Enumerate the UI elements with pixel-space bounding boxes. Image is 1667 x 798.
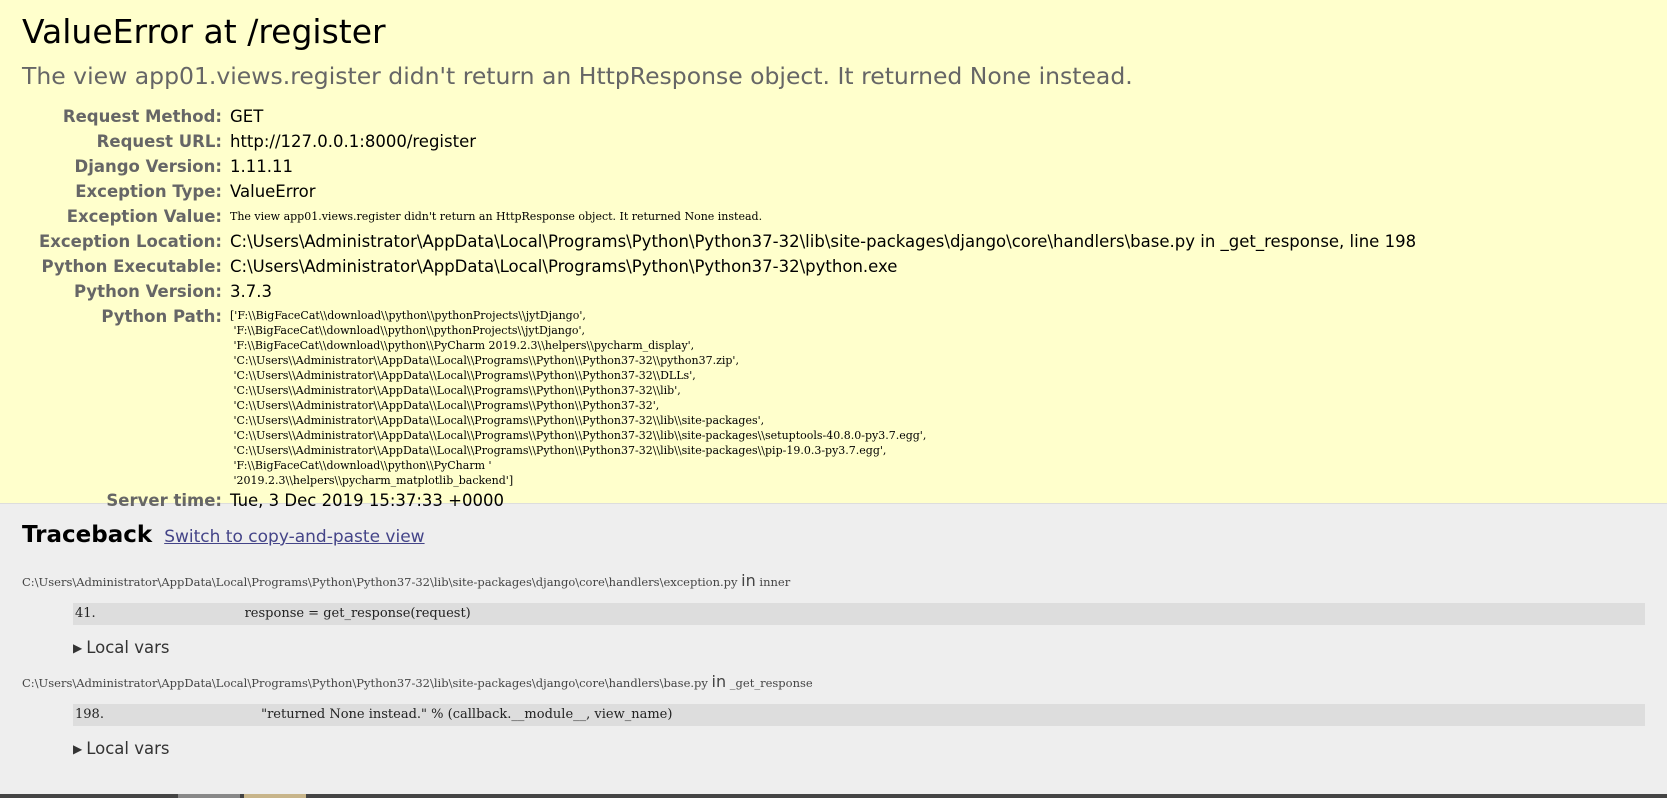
- meta-row-request-method: Request Method: GET: [22, 104, 1416, 129]
- taskbar-item[interactable]: [244, 794, 306, 798]
- switch-copy-paste-link[interactable]: Switch to copy-and-paste view: [164, 527, 424, 547]
- meta-label: Request Method:: [62, 107, 222, 126]
- local-vars-label: Local vars: [86, 638, 170, 657]
- triangle-right-icon: ▶: [73, 641, 83, 655]
- meta-label: Python Version:: [74, 282, 222, 301]
- meta-value: ValueError: [230, 182, 316, 201]
- frame-in-word: in: [711, 672, 727, 691]
- meta-label: Exception Type:: [75, 182, 222, 201]
- local-vars-label: Local vars: [86, 739, 170, 758]
- local-vars-toggle[interactable]: ▶ Local vars: [73, 736, 1645, 762]
- traceback-section: Traceback Switch to copy-and-paste view …: [0, 504, 1667, 762]
- frame-file-path: C:\Users\Administrator\AppData\Local\Pro…: [22, 575, 738, 589]
- meta-row-request-url: Request URL: http://127.0.0.1:8000/regis…: [22, 129, 1416, 154]
- taskbar-item[interactable]: [178, 794, 240, 798]
- meta-label: Request URL:: [96, 132, 222, 151]
- meta-value: 1.11.11: [230, 157, 293, 176]
- meta-label: Python Path:: [101, 307, 222, 326]
- traceback-title: Traceback: [22, 522, 153, 548]
- frame-context-line[interactable]: 198. "returned None instead." % (callbac…: [73, 704, 1645, 726]
- error-summary: ValueError at /register The view app01.v…: [0, 0, 1667, 510]
- frame-file-path: C:\Users\Administrator\AppData\Local\Pro…: [22, 676, 708, 690]
- traceback-heading: Traceback Switch to copy-and-paste view: [22, 520, 1645, 552]
- page-title: ValueError at /register: [22, 12, 386, 51]
- meta-row-exception-value: Exception Value: The view app01.views.re…: [22, 204, 1416, 229]
- frame-context-line[interactable]: 41. response = get_response(request): [73, 603, 1645, 625]
- traceback-frame: C:\Users\Administrator\AppData\Local\Pro…: [22, 572, 1645, 661]
- frame-in-word: in: [741, 571, 756, 590]
- meta-row-exception-type: Exception Type: ValueError: [22, 179, 1416, 204]
- meta-row-exception-location: Exception Location: C:\Users\Administrat…: [22, 229, 1416, 254]
- meta-row-python-path: Python Path: ['F:\\BigFaceCat\\download\…: [22, 304, 1416, 488]
- frame-function: _get_response: [729, 676, 813, 690]
- meta-label: Django Version:: [74, 157, 222, 176]
- local-vars-toggle[interactable]: ▶ Local vars: [73, 635, 1645, 661]
- meta-value: ['F:\\BigFaceCat\\download\\python\\pyth…: [230, 304, 1416, 488]
- frame-line-number: 198.: [75, 707, 104, 722]
- triangle-right-icon: ▶: [73, 742, 83, 756]
- meta-value: GET: [230, 107, 264, 126]
- meta-label: Exception Value:: [66, 207, 222, 226]
- meta-label: Exception Location:: [38, 232, 222, 251]
- meta-value: The view app01.views.register didn't ret…: [230, 210, 763, 223]
- frame-function: inner: [759, 575, 791, 589]
- meta-row-django-version: Django Version: 1.11.11: [22, 154, 1416, 179]
- python-path-list: ['F:\\BigFaceCat\\download\\python\\pyth…: [230, 309, 927, 487]
- meta-value: C:\Users\Administrator\AppData\Local\Pro…: [230, 257, 898, 276]
- frame-line-number: 41.: [75, 606, 96, 621]
- traceback-frame: C:\Users\Administrator\AppData\Local\Pro…: [22, 673, 1645, 762]
- frame-filename: C:\Users\Administrator\AppData\Local\Pro…: [22, 572, 1645, 591]
- frame-filename: C:\Users\Administrator\AppData\Local\Pro…: [22, 673, 1645, 692]
- meta-row-python-executable: Python Executable: C:\Users\Administrato…: [22, 254, 1416, 279]
- meta-label: Python Executable:: [41, 257, 222, 276]
- exception-subtitle: The view app01.views.register didn't ret…: [22, 62, 1133, 90]
- meta-value: C:\Users\Administrator\AppData\Local\Pro…: [230, 232, 1417, 251]
- meta-row-python-version: Python Version: 3.7.3: [22, 279, 1416, 304]
- taskbar-strip: [0, 794, 1667, 798]
- frame-code: "returned None instead." % (callback.__m…: [195, 707, 673, 722]
- frame-code: response = get_response(request): [195, 606, 471, 621]
- meta-value: 3.7.3: [230, 282, 272, 301]
- meta-value: http://127.0.0.1:8000/register: [230, 132, 477, 151]
- request-meta-table: Request Method: GET Request URL: http://…: [22, 104, 1416, 513]
